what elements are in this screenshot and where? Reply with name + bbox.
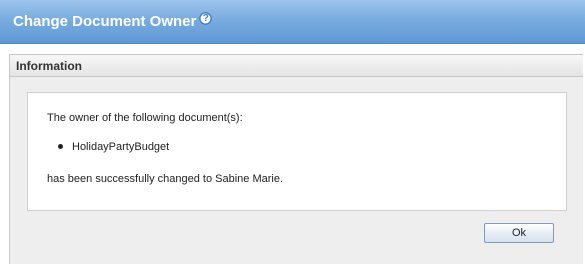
information-panel-header: Information (10, 55, 583, 77)
change-owner-dialog: Change Document Owner? Information The o… (0, 0, 585, 264)
help-icon[interactable]: ? (199, 12, 213, 25)
bullet-icon (58, 143, 63, 149)
document-name: HolidayPartyBudget (72, 141, 170, 153)
dialog-title: Change Document Owner? (13, 12, 213, 31)
dialog-titlebar: Change Document Owner? (0, 0, 585, 44)
information-panel: Information The owner of the following d… (9, 54, 583, 264)
dialog-title-text: Change Document Owner (13, 13, 197, 30)
document-list-item: HolidayPartyBudget (58, 141, 169, 154)
ok-button[interactable]: Ok (484, 223, 554, 243)
message-box: The owner of the following document(s): … (27, 92, 567, 211)
message-intro: The owner of the following document(s): (47, 112, 243, 124)
information-panel-title: Information (16, 59, 82, 73)
message-result: has been successfully changed to Sabine … (47, 173, 284, 185)
